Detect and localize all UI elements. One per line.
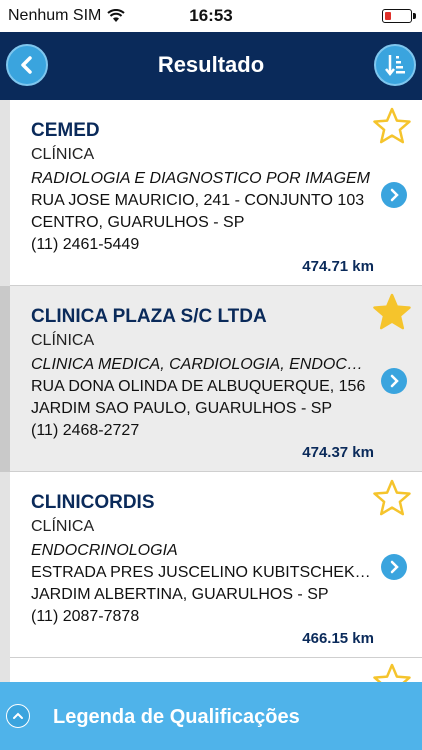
result-specialty: RADIOLOGIA E DIAGNOSTICO POR IMAGEM [31, 170, 371, 187]
chevron-right-icon [390, 374, 399, 388]
chevron-right-icon [390, 560, 399, 574]
status-time: 16:53 [189, 6, 233, 25]
result-name: CLINICA PLAZA S/C LTDA [31, 306, 267, 327]
expand-button[interactable] [6, 704, 30, 728]
detail-button[interactable] [381, 182, 407, 208]
result-specialty: ENDOCRINOLOGIA [31, 542, 178, 559]
chevron-up-icon [13, 712, 23, 719]
result-phone: (11) 2461-5449 [31, 236, 140, 253]
legend-label: Legenda de Qualificações [53, 706, 300, 728]
result-card[interactable]: CEMED CLÍNICA RADIOLOGIA E DIAGNOSTICO P… [10, 100, 422, 286]
result-type: CLÍNICA [31, 146, 95, 163]
result-address: RUA DONA OLINDA DE ALBUQUERQUE, 156 [31, 378, 366, 395]
result-distance: 474.71 km [302, 258, 374, 275]
result-city: JARDIM ALBERTINA, GUARULHOS - SP [31, 586, 329, 603]
result-phone: (11) 2087-7878 [31, 608, 140, 625]
result-card[interactable]: CLINICA PLAZA S/C LTDA CLÍNICA CLINICA M… [10, 286, 422, 472]
result-address: ESTRADA PRES JUSCELINO KUBITSCHEK DE OLI… [31, 564, 371, 581]
selection-indicator [0, 286, 10, 472]
nav-bar: Resultado [0, 32, 422, 100]
result-city: CENTRO, GUARULHOS - SP [31, 214, 245, 231]
result-name: CEMED [31, 120, 100, 141]
page-title: Resultado [157, 52, 265, 77]
result-card[interactable]: CLINICORDIS CLÍNICA ENDOCRINOLOGIA ESTRA… [10, 472, 422, 658]
detail-button[interactable] [381, 368, 407, 394]
result-address: RUA JOSE MAURICIO, 241 - CONJUNTO 103 [31, 192, 365, 209]
result-phone: (11) 2468-2727 [31, 422, 140, 439]
results-list[interactable]: CEMED CLÍNICA RADIOLOGIA E DIAGNOSTICO P… [0, 100, 422, 682]
screen: Nenhum SIM 16:53 Resultado CEMED CLÍNICA… [0, 0, 422, 750]
battery-icon [382, 9, 416, 23]
star-outline-icon[interactable] [372, 106, 412, 146]
result-name: CLINICORDIS [31, 492, 155, 513]
result-city: JARDIM SAO PAULO, GUARULHOS - SP [31, 400, 333, 417]
chevron-right-icon [390, 188, 399, 202]
result-card-partial[interactable] [10, 658, 422, 682]
result-type: CLÍNICA [31, 332, 95, 349]
detail-button[interactable] [381, 554, 407, 580]
star-filled-icon[interactable] [372, 292, 412, 332]
result-type: CLÍNICA [31, 518, 95, 535]
sort-list-icon [385, 55, 405, 77]
result-distance: 474.37 km [302, 444, 374, 461]
star-outline-icon[interactable] [372, 478, 412, 518]
sort-button[interactable] [374, 44, 416, 86]
star-outline-icon[interactable] [372, 662, 412, 682]
result-distance: 466.15 km [302, 630, 374, 647]
legend-bar[interactable]: Legenda de Qualificações [0, 682, 422, 750]
status-bar: Nenhum SIM 16:53 [0, 0, 422, 32]
result-specialty: CLINICA MEDICA, CARDIOLOGIA, ENDOCRINOLO… [31, 356, 371, 373]
